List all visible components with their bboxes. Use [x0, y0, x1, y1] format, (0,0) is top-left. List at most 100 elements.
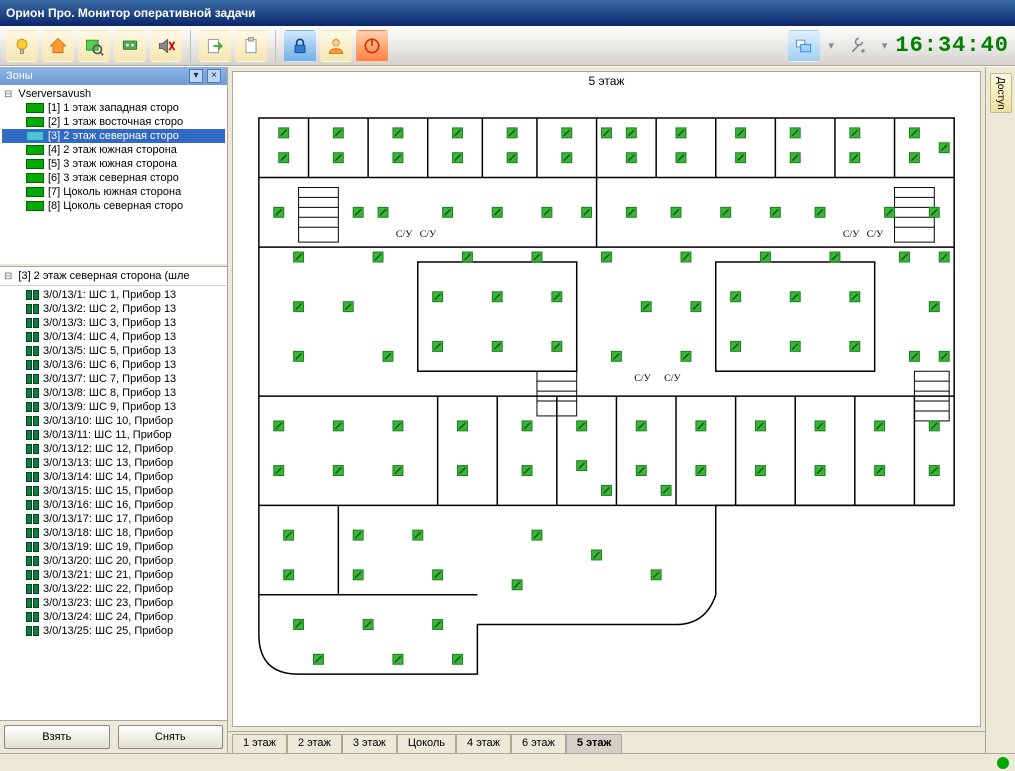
toolbar-separator: [275, 30, 276, 62]
device-item[interactable]: 3/0/13/18: ШС 18, Прибор: [2, 526, 225, 540]
user-icon[interactable]: [320, 30, 352, 62]
take-button[interactable]: Взять: [4, 725, 110, 749]
device-item[interactable]: 3/0/13/12: ШС 12, Прибор: [2, 442, 225, 456]
device-icon: [26, 500, 39, 510]
floor-tab[interactable]: 2 этаж: [287, 734, 342, 753]
panel-down-icon[interactable]: ▾: [189, 69, 203, 83]
device-item[interactable]: 3/0/13/15: ШС 15, Прибор: [2, 484, 225, 498]
svg-text:С/У: С/У: [396, 229, 413, 240]
device-item[interactable]: 3/0/13/16: ШС 16, Прибор: [2, 498, 225, 512]
detail-root-label: [3] 2 этаж северная сторона (шле: [18, 270, 189, 282]
tree-zone-item[interactable]: [7] Цоколь южная сторона: [2, 185, 225, 199]
device-icon: [26, 458, 39, 468]
zoom-plan-icon[interactable]: [78, 30, 110, 62]
device-label: 3/0/13/5: ШС 5, Прибор 13: [43, 345, 176, 357]
device-item[interactable]: 3/0/13/22: ШС 22, Прибор: [2, 582, 225, 596]
tree-root-node[interactable]: Vserversavush: [2, 87, 225, 101]
panel-close-icon[interactable]: ×: [207, 69, 221, 83]
device-item[interactable]: 3/0/13/19: ШС 19, Прибор: [2, 540, 225, 554]
tree-zone-item[interactable]: [1] 1 этаж западная сторо: [2, 101, 225, 115]
chevron-down-icon[interactable]: ▾: [882, 39, 888, 52]
device-icon: [26, 346, 39, 356]
device-item[interactable]: 3/0/13/17: ШС 17, Прибор: [2, 512, 225, 526]
lock-icon[interactable]: [284, 30, 316, 62]
main-toolbar: ▾ ▾ 16:34:40: [0, 26, 1015, 66]
device-item[interactable]: 3/0/13/25: ШС 25, Прибор: [2, 624, 225, 638]
tree-zone-item[interactable]: [2] 1 этаж восточная сторо: [2, 115, 225, 129]
zone-label: [6] 3 этаж северная сторо: [48, 172, 179, 184]
floor-plan[interactable]: 5 этаж: [232, 71, 981, 727]
device-item[interactable]: 3/0/13/6: ШС 6, Прибор 13: [2, 358, 225, 372]
export-icon[interactable]: [199, 30, 231, 62]
device-item[interactable]: 3/0/13/9: ШС 9, Прибор 13: [2, 400, 225, 414]
windows-icon[interactable]: [788, 30, 820, 62]
floor-tab[interactable]: 4 этаж: [456, 734, 511, 753]
device-icon: [26, 528, 39, 538]
device-icon: [26, 486, 39, 496]
device-label: 3/0/13/16: ШС 16, Прибор: [43, 499, 173, 511]
detail-root-node[interactable]: [3] 2 этаж северная сторона (шле: [4, 269, 223, 283]
status-bar: [0, 753, 1015, 771]
device-item[interactable]: 3/0/13/8: ШС 8, Прибор 13: [2, 386, 225, 400]
right-sidebar: Доступ: [985, 67, 1015, 753]
access-button[interactable]: Доступ: [990, 73, 1012, 113]
device-item[interactable]: 3/0/13/14: ШС 14, Прибор: [2, 470, 225, 484]
device-item[interactable]: 3/0/13/11: ШС 11, Прибор: [2, 428, 225, 442]
floor-tab[interactable]: 1 этаж: [232, 734, 287, 753]
device-icon: [26, 584, 39, 594]
device-item[interactable]: 3/0/13/5: ШС 5, Прибор 13: [2, 344, 225, 358]
zone-tree[interactable]: Vserversavush [1] 1 этаж западная сторо[…: [0, 85, 227, 263]
chevron-down-icon[interactable]: ▾: [828, 39, 834, 52]
tree-zone-item[interactable]: [3] 2 этаж северная сторо: [2, 129, 225, 143]
device-label: 3/0/13/9: ШС 9, Прибор 13: [43, 401, 176, 413]
zone-label: [3] 2 этаж северная сторо: [48, 130, 179, 142]
device-item[interactable]: 3/0/13/4: ШС 4, Прибор 13: [2, 330, 225, 344]
power-icon[interactable]: [356, 30, 388, 62]
device-label: 3/0/13/11: ШС 11, Прибор: [43, 429, 172, 441]
device-label: 3/0/13/6: ШС 6, Прибор 13: [43, 359, 176, 371]
tree-zone-item[interactable]: [8] Цоколь северная сторо: [2, 199, 225, 213]
device-icon: [26, 402, 39, 412]
device-item[interactable]: 3/0/13/1: ШС 1, Прибор 13: [2, 288, 225, 302]
device-item[interactable]: 3/0/13/20: ШС 20, Прибор: [2, 554, 225, 568]
device-item[interactable]: 3/0/13/10: ШС 10, Прибор: [2, 414, 225, 428]
floor-tab[interactable]: 5 этаж: [566, 734, 622, 753]
floor-tab[interactable]: Цоколь: [397, 734, 456, 753]
device-label: 3/0/13/3: ШС 3, Прибор 13: [43, 317, 176, 329]
home-icon[interactable]: [42, 30, 74, 62]
device-label: 3/0/13/12: ШС 12, Прибор: [43, 443, 173, 455]
zone-icon: [26, 103, 44, 113]
zones-panel-title: Зоны: [6, 70, 33, 82]
device-item[interactable]: 3/0/13/23: ШС 23, Прибор: [2, 596, 225, 610]
zone-label: [7] Цоколь южная сторона: [48, 186, 181, 198]
detail-header: [3] 2 этаж северная сторона (шле: [0, 267, 227, 286]
device-list[interactable]: 3/0/13/1: ШС 1, Прибор 133/0/13/2: ШС 2,…: [0, 286, 227, 720]
device-icon: [26, 290, 39, 300]
zone-icon: [26, 187, 44, 197]
device-item[interactable]: 3/0/13/13: ШС 13, Прибор: [2, 456, 225, 470]
tree-zone-item[interactable]: [6] 3 этаж северная сторо: [2, 171, 225, 185]
device-item[interactable]: 3/0/13/3: ШС 3, Прибор 13: [2, 316, 225, 330]
tools-icon[interactable]: [842, 30, 874, 62]
clipboard-icon[interactable]: [235, 30, 267, 62]
tree-zone-item[interactable]: [5] 3 этаж южная сторона: [2, 157, 225, 171]
device-label: 3/0/13/25: ШС 25, Прибор: [43, 625, 173, 637]
device-icon: [26, 318, 39, 328]
device-icon: [26, 416, 39, 426]
sound-off-icon[interactable]: [150, 30, 182, 62]
device-label: 3/0/13/4: ШС 4, Прибор 13: [43, 331, 176, 343]
floor-tab[interactable]: 6 этаж: [511, 734, 566, 753]
bulb-icon[interactable]: [6, 30, 38, 62]
device-item[interactable]: 3/0/13/21: ШС 21, Прибор: [2, 568, 225, 582]
floorplan-svg: С/УС/У С/УС/У С/УС/У: [239, 92, 974, 720]
device-label: 3/0/13/19: ШС 19, Прибор: [43, 541, 173, 553]
device-icon[interactable]: [114, 30, 146, 62]
remove-button[interactable]: Снять: [118, 725, 224, 749]
device-item[interactable]: 3/0/13/24: ШС 24, Прибор: [2, 610, 225, 624]
tree-zone-item[interactable]: [4] 2 этаж южная сторона: [2, 143, 225, 157]
device-icon: [26, 430, 39, 440]
device-item[interactable]: 3/0/13/2: ШС 2, Прибор 13: [2, 302, 225, 316]
zones-panel-header: Зоны ▾ ×: [0, 67, 227, 85]
floor-tab[interactable]: 3 этаж: [342, 734, 397, 753]
device-item[interactable]: 3/0/13/7: ШС 7, Прибор 13: [2, 372, 225, 386]
